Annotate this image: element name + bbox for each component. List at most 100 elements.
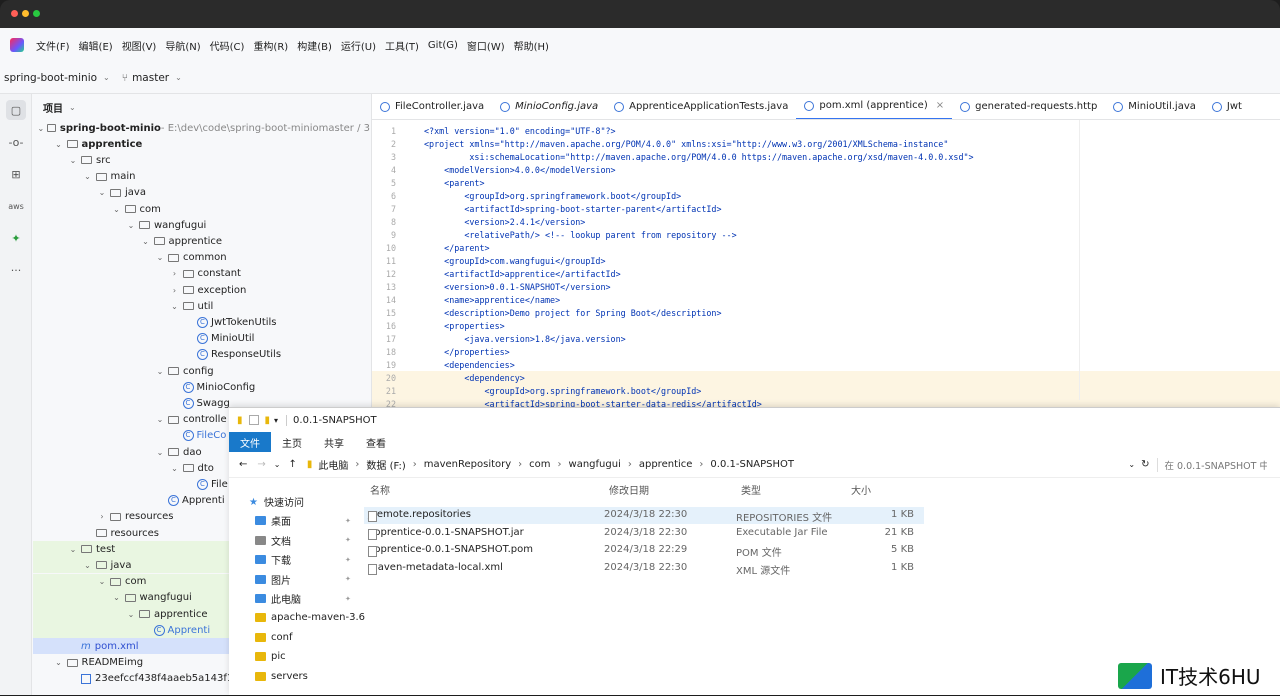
menu-item[interactable]: 视图(V) (122, 38, 157, 53)
tree-row[interactable]: ⌄ main (33, 169, 370, 185)
nav-item[interactable]: conf (255, 628, 292, 647)
chevron-down-icon[interactable]: ⌄ (37, 124, 45, 133)
project-selector[interactable]: spring-boot-minio (4, 72, 97, 84)
column-date[interactable]: 修改日期 (609, 478, 649, 500)
menu-item[interactable]: 文件(F) (36, 38, 70, 53)
menu-item[interactable]: 工具(T) (385, 38, 419, 53)
tree-row[interactable]: ⌄ util (33, 298, 370, 314)
maximize-window-icon[interactable] (33, 10, 40, 17)
menu-item[interactable]: 构建(B) (297, 38, 332, 53)
menu-item[interactable]: 帮助(H) (514, 38, 549, 53)
editor-tab[interactable]: Jwt (1204, 94, 1250, 119)
tree-row[interactable]: ⌄ java (33, 185, 370, 201)
menu-item[interactable]: 运行(U) (341, 38, 376, 53)
nav-item[interactable]: 下载 ✦ (255, 550, 351, 569)
tree-row[interactable]: › exception (33, 282, 370, 298)
chevron-down-icon[interactable]: ⌄ (126, 221, 136, 230)
breadcrumb-item[interactable]: com (529, 459, 550, 470)
nav-item[interactable]: 图片 ✦ (255, 570, 351, 589)
nav-item[interactable]: 文档 ✦ (255, 531, 351, 550)
editor-tab[interactable]: ApprenticeApplicationTests.java (606, 94, 796, 119)
breadcrumb-item[interactable]: wangfugui (569, 459, 621, 470)
structure-icon[interactable]: ⊞ (6, 164, 26, 184)
chevron-down-icon[interactable]: ⌄ (141, 237, 151, 246)
chevron-down-icon[interactable]: ▾ (274, 416, 278, 425)
column-size[interactable]: 大小 (851, 478, 871, 500)
chevron-down-icon[interactable]: ⌄ (112, 205, 122, 214)
editor-tab[interactable]: pom.xml (apprentice) × (796, 94, 953, 119)
chevron-down-icon[interactable]: ⌄ (54, 140, 64, 149)
chevron-down-icon[interactable]: ⌄ (103, 73, 110, 82)
chevron-right-icon[interactable]: › (97, 512, 107, 521)
menu-item[interactable]: 导航(N) (165, 38, 200, 53)
chevron-down-icon[interactable]: ⌄ (155, 367, 165, 376)
breadcrumb[interactable]: 此电脑 › 数据 (F:) › mavenRepository › com › wangfugu… (318, 457, 1128, 472)
chevron-right-icon[interactable]: › (170, 269, 180, 278)
breadcrumb-item[interactable]: 0.0.1-SNAPSHOT (710, 459, 794, 470)
tree-row[interactable]: C MinioConfig (33, 379, 370, 395)
chevron-down-icon[interactable]: ⌄ (97, 577, 107, 586)
chevron-down-icon[interactable]: ⌄ (68, 545, 78, 554)
tree-row[interactable]: ⌄ apprentice (33, 136, 370, 152)
chevron-down-icon[interactable]: ⌄ (175, 73, 182, 82)
branch-selector[interactable]: master (132, 72, 169, 84)
ribbon-tab[interactable]: 文件 (229, 432, 271, 452)
editor-tab[interactable]: MinioUtil.java (1105, 94, 1204, 119)
tree-row[interactable]: ⌄ config (33, 363, 370, 379)
tree-row[interactable]: ⌄ com (33, 201, 370, 217)
chevron-down-icon[interactable]: ⌄ (112, 593, 122, 602)
refresh-icon[interactable]: ↻ (1141, 459, 1149, 470)
search-input[interactable]: 在 0.0.1-SNAPSHOT 中 (1157, 457, 1267, 472)
nav-item[interactable]: servers (255, 667, 308, 686)
nav-item[interactable]: pic (255, 647, 286, 666)
tree-row[interactable]: C ResponseUtils (33, 347, 370, 363)
tree-row[interactable]: ⌄ spring-boot-minio - E:\dev\code\spring-… (33, 120, 370, 136)
chevron-down-icon[interactable]: ⌄ (155, 415, 165, 424)
folder-icon[interactable]: ▢ (6, 100, 26, 120)
chevron-down-icon[interactable]: ⌄ (69, 103, 76, 112)
editor-tab[interactable]: MinioConfig.java (492, 94, 606, 119)
minimize-window-icon[interactable] (22, 10, 29, 17)
tree-row[interactable]: › constant (33, 266, 370, 282)
breadcrumb-item[interactable]: mavenRepository (424, 459, 511, 470)
breadcrumb-item[interactable]: 此电脑 (318, 457, 348, 472)
nav-item[interactable]: 桌面 ✦ (255, 511, 351, 530)
breadcrumb-item[interactable]: apprentice (639, 459, 693, 470)
menu-item[interactable]: Git(G) (428, 40, 458, 51)
nav-item[interactable]: 此电脑 ✦ (255, 589, 351, 608)
up-icon[interactable]: ↑ (288, 459, 296, 470)
commit-icon[interactable]: -o- (6, 132, 26, 152)
ribbon-tab[interactable]: 主页 (271, 432, 313, 452)
chevron-down-icon[interactable]: ⌄ (155, 253, 165, 262)
nav-item[interactable]: ★ 快速访问 (249, 492, 304, 511)
chevron-down-icon[interactable]: ⌄ (155, 448, 165, 457)
checkbox-icon[interactable] (248, 415, 259, 425)
chevron-down-icon[interactable]: ⌄ (170, 464, 180, 473)
ribbon-tab[interactable]: 共享 (313, 432, 355, 452)
breadcrumb-item[interactable]: 数据 (F:) (366, 457, 405, 472)
menu-item[interactable]: 窗口(W) (467, 38, 505, 53)
chevron-down-icon[interactable]: ⌄ (68, 156, 78, 165)
menu-item[interactable]: 重构(R) (253, 38, 288, 53)
tree-row[interactable]: ⌄ wangfugui (33, 217, 370, 233)
file-row[interactable]: _remote.repositories 2024/3/18 22:30 REPOS… (364, 507, 924, 524)
tree-row[interactable]: ⌄ apprentice (33, 233, 370, 249)
chevron-down-icon[interactable]: ⌄ (83, 561, 93, 570)
ribbon-tab[interactable]: 查看 (355, 432, 397, 452)
chevron-down-icon[interactable]: ⌄ (274, 460, 281, 469)
file-row[interactable]: apprentice-0.0.1-SNAPSHOT.pom 2024/3/18 2… (364, 542, 924, 559)
jrebel-icon[interactable]: ✦ (6, 228, 26, 248)
menu-item[interactable]: 代码(C) (210, 38, 245, 53)
tree-row[interactable]: C JwtTokenUtils (33, 314, 370, 330)
tree-row[interactable]: ⌄ src (33, 152, 370, 168)
chevron-down-icon[interactable]: ⌄ (97, 188, 107, 197)
chevron-down-icon[interactable]: ⌄ (170, 302, 180, 311)
editor-tab[interactable]: generated-requests.http (952, 94, 1105, 119)
tree-row[interactable]: ⌄ common (33, 250, 370, 266)
tree-row[interactable]: C MinioUtil (33, 331, 370, 347)
menu-item[interactable]: 编辑(E) (79, 38, 113, 53)
nav-item[interactable]: apache-maven-3.6 (255, 608, 365, 627)
file-row[interactable]: maven-metadata-local.xml 2024/3/18 22:30 X… (364, 560, 924, 577)
chevron-down-icon[interactable]: ⌄ (83, 172, 93, 181)
more-icon[interactable]: ··· (6, 260, 26, 280)
